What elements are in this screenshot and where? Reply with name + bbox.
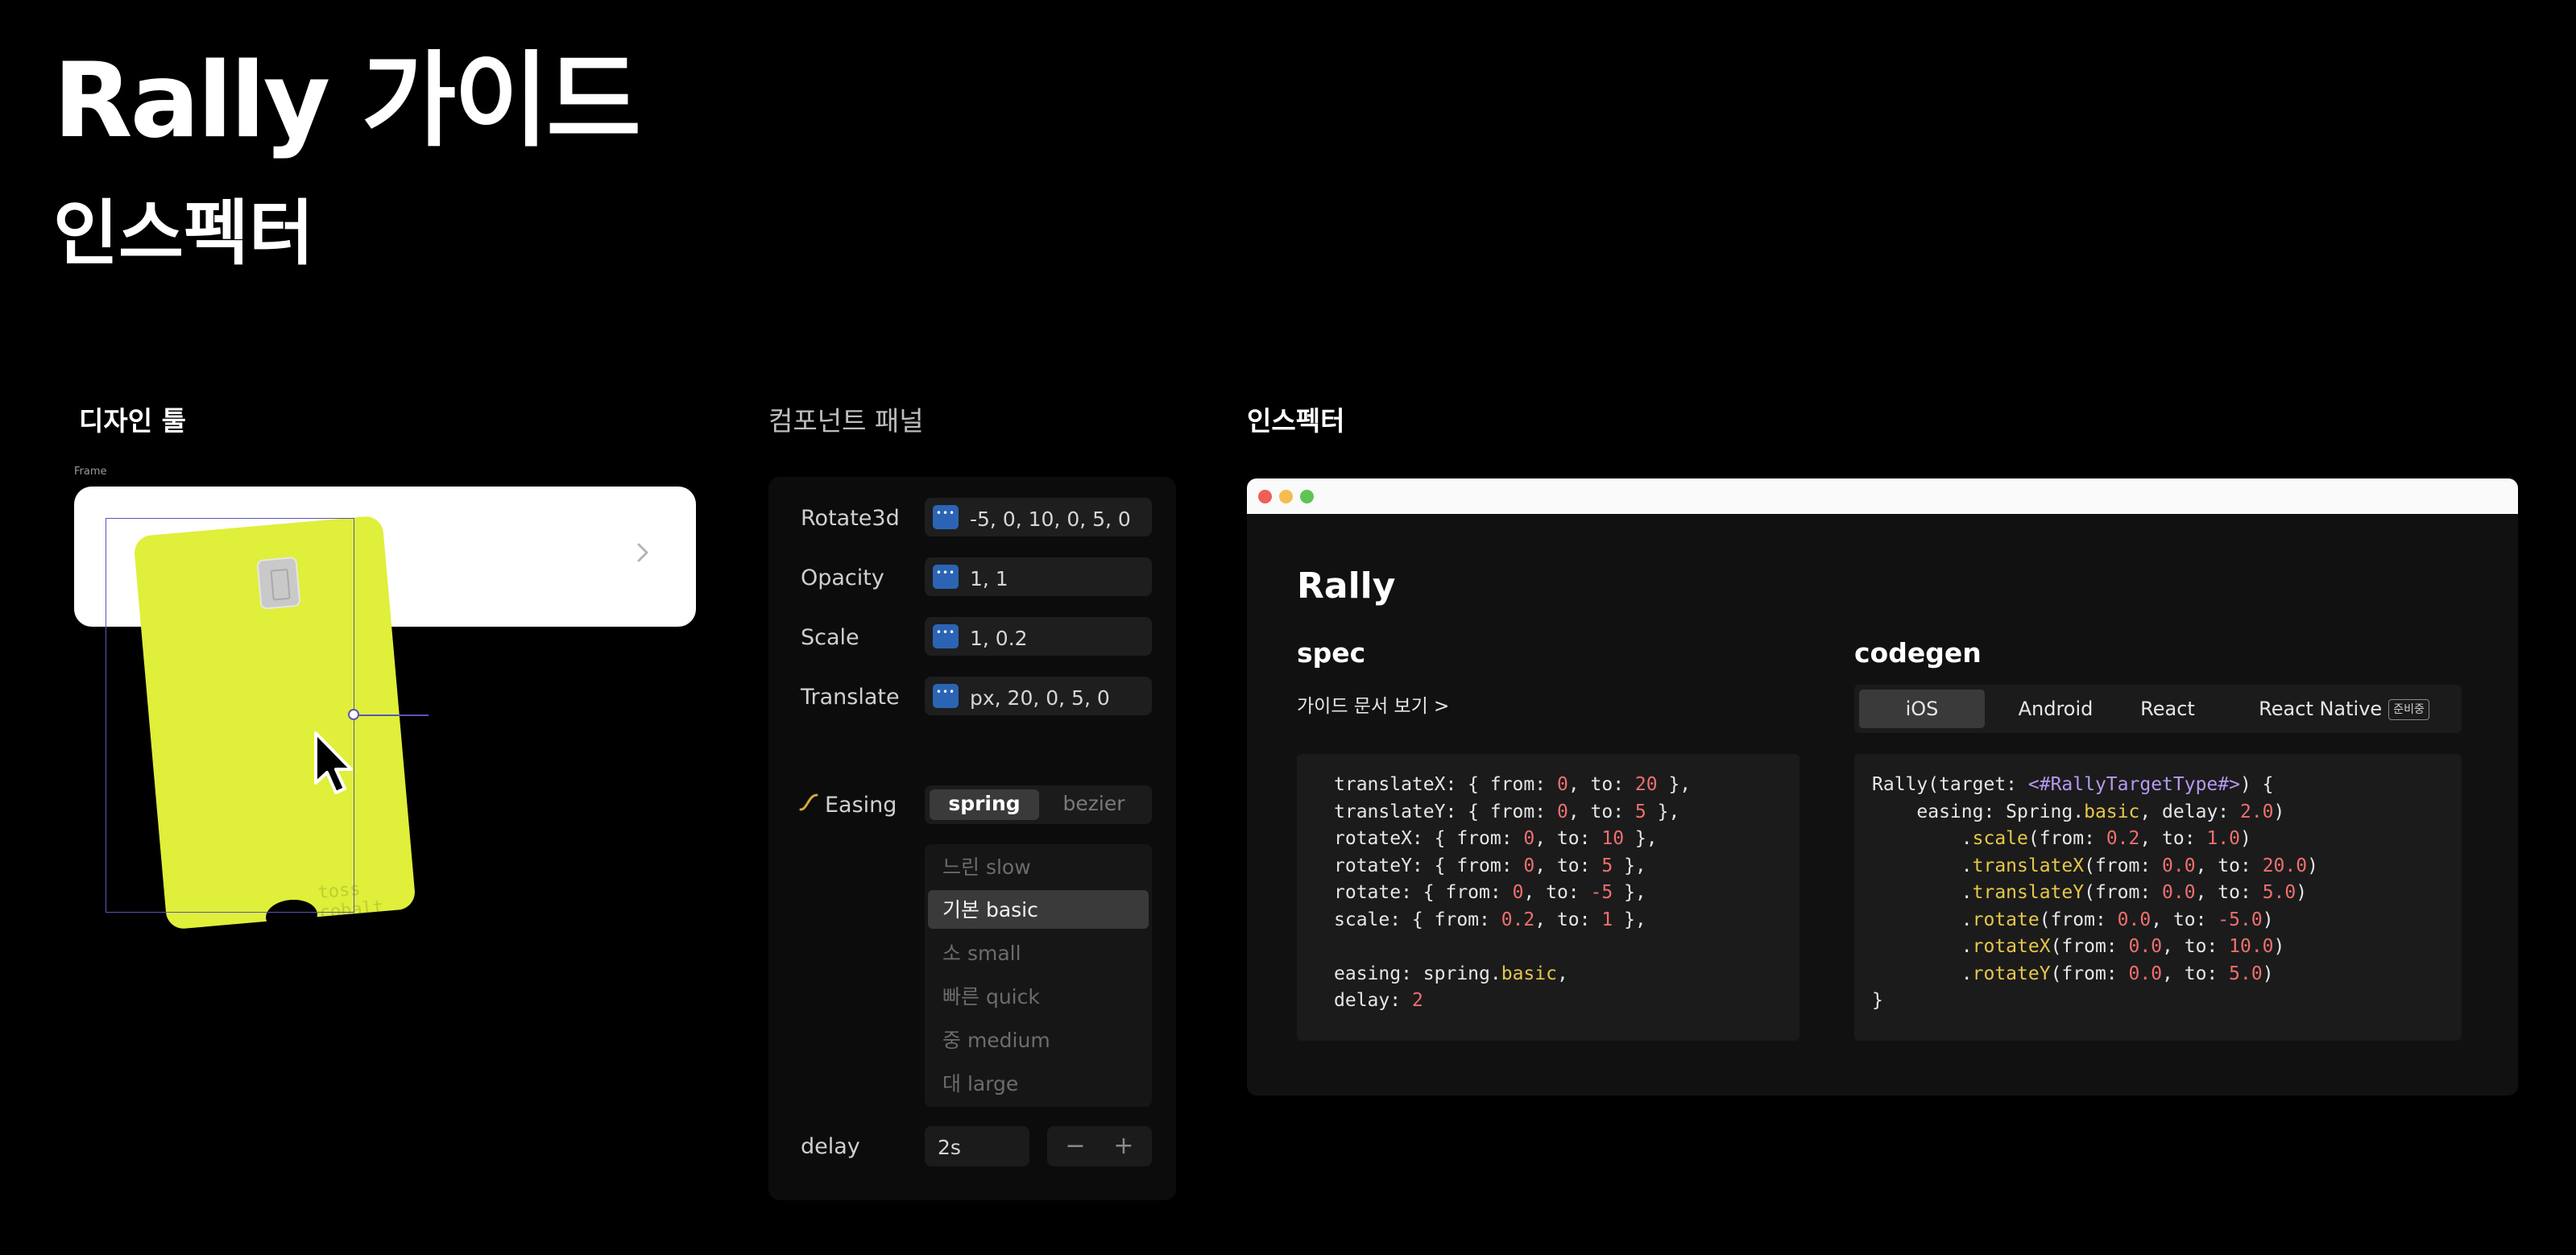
slide-title: Rally 가이드 [53,41,641,161]
codegen-code-line: .rotateY(from: 0.0, to: 5.0) [1872,963,2274,984]
component-panel-label: 컴포넌트 패널 [768,405,924,437]
platform-tabs: iOS Android React React Native 준비중 [1854,685,2462,733]
more-icon[interactable] [933,505,959,529]
prop-label-translate: Translate [801,685,900,710]
delay-label: delay [801,1134,860,1159]
slide-subtitle: 인스펙터 [53,192,314,275]
spec-heading: spec [1297,637,1366,669]
codegen-code-line: .translateY(from: 0.0, to: 5.0) [1872,882,2308,903]
chevron-right-icon [637,543,648,562]
selection-handle[interactable] [348,709,359,720]
delay-stepper: − + [1047,1126,1152,1166]
codegen-code-line: .rotateX(from: 0.0, to: 10.0) [1872,936,2285,957]
spec-code-line: scale: { from: 0.2, to: 1 }, [1334,909,1646,930]
tab-ios[interactable]: iOS [1859,690,1985,728]
codegen-code: Rally(target: <#RallyTargetType#>) { eas… [1872,772,2318,1015]
minimize-window-icon[interactable] [1279,490,1293,503]
prop-label-opacity: Opacity [801,565,884,590]
decrement-button[interactable]: − [1052,1131,1099,1162]
easing-segmented-control[interactable]: spring bezier [925,785,1152,824]
preset-item-medium[interactable]: 중 medium [942,1030,1050,1050]
prop-field-translate[interactable]: px, 20, 0, 5, 0 [925,677,1152,715]
prop-label-scale: Scale [801,625,859,650]
codegen-code-block: Rally(target: <#RallyTargetType#>) { eas… [1854,754,2462,1041]
segment-bezier[interactable]: bezier [1039,793,1149,814]
easing-curve-icon [799,793,818,816]
tab-react-native-label: React Native [2259,698,2383,720]
spec-code-line: easing: spring.basic, [1334,963,1568,984]
spec-code-line: delay: 2 [1334,990,1423,1011]
prop-value: px, 20, 0, 5, 0 [970,686,1110,710]
codegen-code-line: } [1872,990,1883,1011]
selection-guide-line [354,714,429,716]
codegen-code-line: Rally(target: <#RallyTargetType#>) { [1872,774,2274,795]
easing-preset-list: 느린 slow 기본 basic 소 small 빠른 quick 중 medi… [925,844,1152,1107]
spec-code: translateX: { from: 0, to: 20 }, translat… [1334,772,1691,1015]
guide-doc-link[interactable]: 가이드 문서 보기 > [1297,698,1449,716]
spec-code-line: translateX: { from: 0, to: 20 }, [1334,774,1692,795]
prop-field-rotate3d[interactable]: -5, 0, 10, 0, 5, 0 [925,498,1152,536]
tab-react-native[interactable]: React Native 준비중 [2231,690,2457,728]
prop-field-opacity[interactable]: 1, 1 [925,557,1152,596]
codegen-heading: codegen [1854,637,1982,669]
preset-item-quick[interactable]: 빠른 quick [942,987,1040,1007]
prop-value: 1, 1 [970,567,1008,590]
tab-android[interactable]: Android [1993,690,2118,728]
window-titlebar [1247,478,2518,514]
prop-value: 1, 0.2 [970,627,1028,650]
codegen-code-line: easing: Spring.basic, delay: 2.0) [1872,801,2285,822]
more-icon[interactable] [933,565,959,589]
codegen-code-line: .translateX(from: 0.0, to: 20.0) [1872,855,2318,876]
codegen-code-line: .scale(from: 0.2, to: 1.0) [1872,828,2251,849]
coming-soon-badge: 준비중 [2388,699,2429,720]
more-icon[interactable] [933,684,959,708]
delay-input[interactable]: 2s [925,1126,1029,1166]
spec-code-line: rotateX: { from: 0, to: 10 }, [1334,828,1658,849]
segment-spring[interactable]: spring [930,793,1039,814]
prop-value: -5, 0, 10, 0, 5, 0 [970,507,1131,531]
spec-code-line [1334,934,1691,961]
tab-react[interactable]: React [2115,690,2220,728]
more-icon[interactable] [933,624,959,648]
preset-item-basic[interactable]: 기본 basic [942,900,1038,920]
close-window-icon[interactable] [1258,490,1272,503]
preset-item-small[interactable]: 소 small [942,943,1021,963]
increment-button[interactable]: + [1100,1131,1147,1162]
maximize-window-icon[interactable] [1300,490,1314,503]
easing-label: Easing [825,793,897,818]
design-tool-label: 디자인 툴 [79,405,186,437]
spec-code-line: rotateY: { from: 0, to: 5 }, [1334,855,1646,876]
spec-code-line: rotate: { from: 0, to: -5 }, [1334,882,1646,903]
mouse-cursor-icon [314,731,353,794]
inspector-label: 인스펙터 [1247,405,1345,437]
delay-value: 2s [938,1136,961,1159]
prop-field-scale[interactable]: 1, 0.2 [925,617,1152,656]
preset-item-large[interactable]: 대 large [942,1074,1018,1094]
inspector-title: Rally [1297,565,1396,607]
spec-code-block: translateX: { from: 0, to: 20 }, translat… [1297,754,1799,1041]
frame-label: Frame [74,466,107,478]
prop-label-rotate3d: Rotate3d [801,506,900,531]
codegen-code-line: .rotate(from: 0.0, to: -5.0) [1872,909,2274,930]
spec-code-line: translateY: { from: 0, to: 5 }, [1334,801,1680,822]
inspector-window: Rally spec 가이드 문서 보기 > translateX: { fro… [1247,478,2518,1096]
preset-item-slow[interactable]: 느린 slow [942,857,1031,877]
selection-box[interactable] [106,518,354,913]
